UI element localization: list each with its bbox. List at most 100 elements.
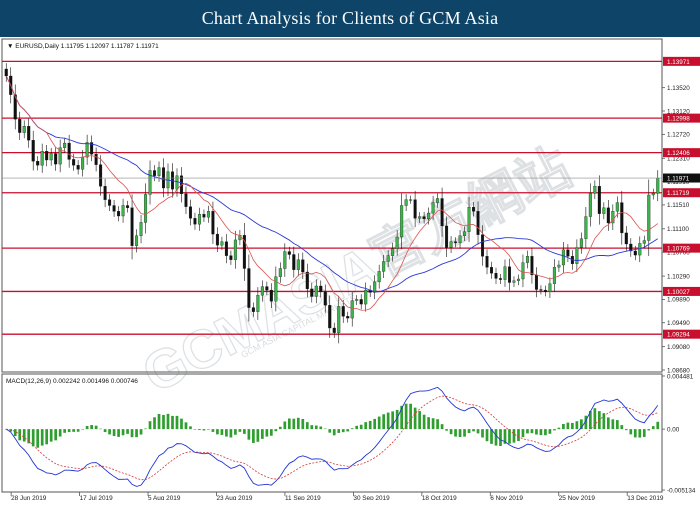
candle-body: [314, 285, 318, 297]
candle-body: [534, 274, 538, 290]
macd-hist-bar: [269, 429, 273, 436]
candle-body: [193, 218, 197, 225]
candle-body: [94, 154, 98, 165]
macd-hist-bar: [413, 407, 417, 430]
macd-axis-ticks: 0.004481 0.00 -0.005134: [662, 373, 696, 494]
candle-body: [49, 153, 53, 161]
candle-body: [521, 262, 525, 280]
candle-body: [310, 288, 314, 297]
candle-body: [418, 216, 422, 219]
macd-hist-bar: [553, 429, 556, 431]
candle-body: [197, 214, 201, 225]
macd-hist-bar: [108, 429, 111, 435]
macd-hist-bar: [624, 429, 628, 431]
macd-hist-bar: [566, 422, 570, 430]
candle-body: [251, 307, 255, 312]
candle-body: [229, 255, 233, 260]
candle-body: [656, 177, 660, 194]
candle-body: [112, 205, 116, 212]
macd-hist-bar: [517, 429, 520, 441]
macd-label: MACD(12,26,9) 0.002242 0.001496 0.000746: [6, 378, 138, 385]
macd-hist-bar: [328, 429, 332, 433]
candle-body: [449, 241, 453, 248]
macd-hist-bar: [216, 429, 219, 435]
macd-hist-bar: [265, 429, 269, 437]
macd-hist-bar: [445, 429, 448, 431]
candle-body: [355, 299, 359, 301]
macd-hist-bar: [539, 429, 543, 436]
macd-hist-bar: [296, 417, 300, 430]
macd-tick-label: 0.00: [667, 426, 680, 433]
candle-body: [211, 211, 215, 235]
macd-hist-bar: [112, 429, 116, 437]
candle-body: [503, 266, 507, 280]
macd-hist-bar: [121, 429, 125, 436]
macd-hist-bar: [350, 428, 354, 430]
level-label: 1.12998: [667, 116, 690, 123]
candle-body: [76, 165, 80, 170]
macd-hist-bar: [234, 429, 237, 435]
macd-hist-bar: [656, 421, 660, 430]
macd-hist-bar: [526, 429, 529, 434]
candle-body: [332, 327, 336, 333]
macd-hist-bar: [157, 413, 161, 430]
macd-hist-bar: [274, 429, 278, 432]
price-tick-label: 1.09080: [667, 344, 690, 351]
macd-hist-bar: [76, 429, 80, 432]
candle-body: [507, 266, 511, 283]
candle-body: [274, 276, 278, 302]
macd-hist-bar: [575, 421, 579, 430]
price-panel: ▼ EURUSD,Daily 1.11795 1.12097 1.11787 1…: [1, 38, 700, 374]
level-label: 1.10027: [667, 289, 690, 296]
candle-body: [269, 289, 273, 302]
candle-body: [67, 142, 71, 160]
macd-hist-bar: [314, 425, 318, 430]
candle-body: [422, 216, 426, 220]
candle-body: [287, 251, 291, 255]
macd-hist-bar: [431, 418, 435, 430]
macd-hist-bar: [651, 426, 655, 430]
candle-body: [400, 205, 404, 238]
macd-hist-bar: [440, 424, 444, 430]
candle-body: [296, 259, 300, 270]
macd-hist-bar: [323, 428, 327, 430]
candle-body: [135, 235, 139, 246]
candle-body: [121, 205, 125, 217]
price-tick-label: 1.09890: [667, 297, 690, 304]
macd-hist-bar: [238, 429, 242, 432]
macd-hist-bar: [427, 417, 430, 430]
candle-body: [103, 186, 107, 200]
candle-body: [337, 306, 341, 333]
candle-body: [651, 193, 655, 196]
macd-hist-bar: [337, 429, 341, 433]
candle-body: [440, 198, 444, 227]
level-label: 1.11719: [667, 190, 690, 197]
candle-body: [292, 254, 296, 270]
macd-hist-bar: [99, 428, 102, 430]
macd-hist-bar: [256, 429, 260, 442]
candle-body: [40, 151, 44, 166]
candle-body: [256, 295, 260, 312]
header-symbol: EURUSD,Daily: [15, 43, 59, 50]
macd-hist-bar: [638, 429, 642, 438]
candle-body: [99, 164, 103, 187]
candle-body: [359, 299, 363, 305]
macd-hist-bar: [606, 417, 610, 430]
candle-body: [323, 291, 327, 306]
candle-body: [22, 126, 26, 133]
date-tick-label: 11 Sep 2019: [285, 495, 321, 500]
macd-hist-bar: [485, 429, 489, 442]
candle-body: [624, 232, 628, 245]
macd-hist-bar: [94, 425, 98, 430]
candle-body: [283, 251, 287, 269]
macd-hist-bar: [467, 429, 471, 434]
candle-body: [512, 280, 516, 283]
macd-hist-bar: [36, 429, 40, 448]
candle-body: [543, 289, 547, 292]
macd-hist-bar: [346, 429, 350, 432]
candle-body: [431, 202, 435, 214]
macd-hist-bar: [135, 429, 138, 438]
candle-body: [108, 199, 112, 206]
macd-hist-bar: [512, 429, 516, 443]
macd-hist-bar: [63, 429, 67, 433]
